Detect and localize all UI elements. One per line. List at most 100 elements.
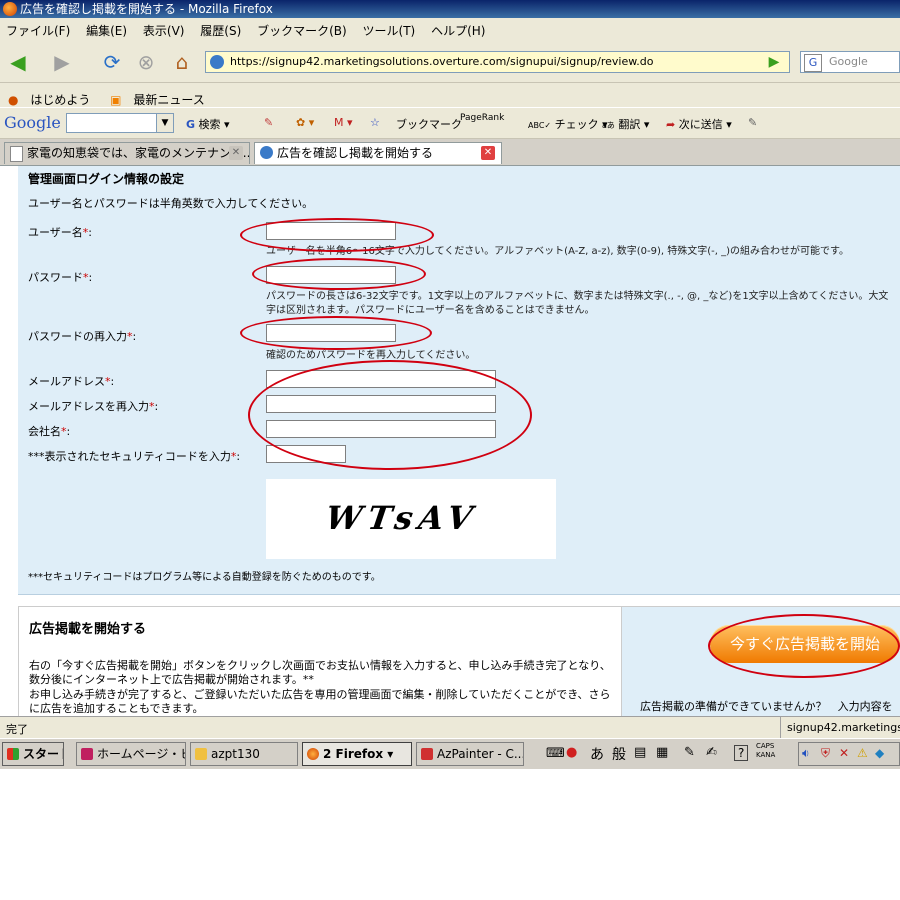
security-code-label: ***表示されたセキュリティコードを入力*:: [28, 450, 241, 463]
ime-mode-indicator[interactable]: 般: [612, 744, 626, 764]
menu-view[interactable]: 表示(V): [137, 18, 191, 43]
page-content: 管理画面ログイン情報の設定 ユーザー名とパスワードは半角英数で入力してください。…: [0, 166, 900, 716]
annotation-oval-username: [240, 218, 434, 252]
status-host: signup42.marketingsolu: [780, 717, 900, 738]
captcha-image: WTsAV: [266, 479, 556, 559]
folder-icon: [195, 748, 207, 760]
google-toolbar-search-input[interactable]: ▼: [66, 113, 174, 133]
annotation-oval-email-company: [248, 360, 532, 470]
back-arrow-icon[interactable]: ◀: [6, 50, 30, 74]
menu-edit[interactable]: 編集(E): [80, 18, 133, 43]
taskbar-item-firefox[interactable]: 2 Firefox ▾: [302, 742, 412, 766]
menu-help[interactable]: ヘルプ(H): [425, 18, 491, 43]
pen-icon[interactable]: ✎: [684, 745, 695, 760]
publish-title: 広告掲載を開始する: [29, 622, 147, 637]
google-logo[interactable]: Google: [4, 113, 61, 132]
bookmarks-toolbar: ● はじめよう ▣ 最新ニュース: [0, 83, 900, 107]
toolbox-icon[interactable]: ▦: [656, 745, 668, 760]
bookmark-button[interactable]: ブックマーク: [396, 116, 462, 132]
tab-bar: 家電の知恵袋では、家電のメンテナンス... ✕ 広告を確認し掲載を開始する ✕: [0, 139, 900, 166]
status-bar: 完了 signup42.marketingsolu: [0, 716, 900, 739]
send-icon: ➦: [666, 118, 676, 131]
go-arrow-icon[interactable]: ▶: [762, 50, 786, 74]
captcha-text: WTsAV: [323, 499, 481, 537]
keyboard-icon[interactable]: ⌨: [546, 746, 565, 761]
tab-label: 広告を確認し掲載を開始する: [277, 146, 434, 160]
chevron-down-icon[interactable]: ▼: [156, 114, 173, 132]
company-label: 会社名*:: [28, 425, 71, 438]
status-text: 完了: [6, 723, 28, 736]
navigation-toolbar: ◀ ▶ ⟳ ⊗ ⌂ https://signup42.marketingsolu…: [0, 42, 900, 83]
annotation-oval-password-confirm: [240, 316, 432, 350]
edit-icon[interactable]: ✍: [706, 745, 717, 760]
dictionary-icon[interactable]: ▤: [634, 745, 646, 760]
publish-panel: 広告掲載を開始する 右の「今すぐ広告掲載を開始」ボタンをクリックし次画面でお支払…: [18, 606, 622, 716]
send-to-button[interactable]: ➦ 次に送信 ▾: [666, 116, 732, 132]
ime-hiragana-indicator[interactable]: あ: [590, 744, 604, 764]
username-label: ユーザー名*:: [28, 226, 92, 239]
url-text: https://signup42.marketingsolutions.over…: [230, 55, 654, 68]
reload-icon[interactable]: ⟳: [100, 50, 124, 74]
windows-taskbar: スタート ホームページ・ビ... azpt130 2 Firefox ▾ AzP…: [0, 738, 900, 769]
firefox-icon: [3, 2, 17, 16]
publish-action-panel: 今すぐ広告掲載を開始 広告掲載の準備ができていませんか？ 入力内容を: [621, 606, 900, 716]
site-identity-icon[interactable]: [210, 55, 224, 69]
security-shield-icon[interactable]: ⛨: [821, 746, 830, 761]
annotation-oval-start-button: [708, 614, 900, 678]
google-search-engine-icon[interactable]: G: [804, 54, 822, 72]
google-g-icon: G: [186, 118, 196, 131]
email-confirm-label: メールアドレスを再入力*:: [28, 400, 159, 413]
menu-history[interactable]: 履歴(S): [194, 18, 247, 43]
ime-icon[interactable]: ●: [566, 745, 577, 760]
site-icon: [260, 146, 273, 159]
menu-bar: ファイル(F) 編集(E) 表示(V) 履歴(S) ブックマーク(B) ツール(…: [0, 18, 900, 42]
not-ready-text: 広告掲載の準備ができていませんか？ 入力内容を: [640, 700, 893, 713]
network-error-icon[interactable]: ✕: [839, 746, 849, 760]
section-title: 管理画面ログイン情報の設定: [28, 172, 185, 186]
taskbar-item-azpt130[interactable]: azpt130: [190, 742, 298, 766]
url-bar[interactable]: https://signup42.marketingsolutions.over…: [205, 51, 790, 73]
update-icon[interactable]: ◆: [875, 746, 884, 760]
tab-label: 家電の知恵袋では、家電のメンテナンス...: [27, 146, 250, 160]
caps-kana-indicator: CAPS KANA: [756, 742, 776, 759]
abc-check-icon: ABC✓: [528, 121, 552, 130]
taskbar-item-azpainter[interactable]: AzPainter - C...: [416, 742, 524, 766]
menu-file[interactable]: ファイル(F): [0, 18, 76, 43]
google-search-button[interactable]: G 検索 ▾: [186, 116, 230, 132]
menu-tools[interactable]: ツール(T): [357, 18, 422, 43]
search-input[interactable]: G Google: [800, 51, 900, 73]
pagerank-indicator[interactable]: PageRank: [460, 113, 504, 123]
help-icon[interactable]: ?: [734, 745, 749, 761]
star-icon[interactable]: ☆: [370, 116, 380, 129]
volume-icon[interactable]: 🔉︎: [802, 746, 810, 761]
window-title: 広告を確認し掲載を開始する - Mozilla Firefox: [20, 2, 273, 16]
popup-blocker-icon[interactable]: ✎: [264, 116, 273, 129]
settings-wrench-icon[interactable]: ✎: [748, 116, 757, 129]
password-hint-line2: 字は区別されます。パスワードにユーザー名を含めることはできません。: [266, 305, 595, 316]
search-placeholder: Google: [829, 55, 868, 68]
stop-icon[interactable]: ⊗: [134, 50, 158, 74]
password-label: パスワード*:: [28, 271, 93, 284]
tab-kaden[interactable]: 家電の知恵袋では、家電のメンテナンス... ✕: [4, 142, 250, 164]
close-icon[interactable]: ✕: [229, 146, 243, 160]
tab-review[interactable]: 広告を確認し掲載を開始する ✕: [254, 142, 502, 164]
windows-logo-icon: [7, 748, 19, 760]
azpainter-icon: [421, 748, 433, 760]
login-settings-panel: 管理画面ログイン情報の設定 ユーザー名とパスワードは半角英数で入力してください。…: [18, 166, 900, 595]
translate-icon: aあ: [602, 121, 615, 130]
taskbar-item-homepage[interactable]: ホームページ・ビ...: [76, 742, 186, 766]
document-icon: [10, 146, 23, 162]
start-button[interactable]: スタート: [2, 742, 64, 766]
forward-arrow-icon[interactable]: ▶: [50, 50, 74, 74]
home-icon[interactable]: ⌂: [170, 50, 194, 74]
gmail-icon[interactable]: M ▾: [334, 116, 353, 129]
translate-button[interactable]: aあ 翻訳 ▾: [602, 116, 649, 132]
puzzle-icon[interactable]: ✿ ▾: [296, 116, 314, 129]
menu-bookmarks[interactable]: ブックマーク(B): [251, 18, 353, 43]
google-toolbar: Google ▼ G 検索 ▾ ✎ ✿ ▾ M ▾ ☆ ブックマーク PageR…: [0, 108, 900, 139]
publish-text-line4: に広告を追加することもできます。: [29, 702, 204, 715]
annotation-oval-password: [252, 258, 426, 290]
alert-icon[interactable]: ⚠: [857, 746, 868, 760]
spellcheck-button[interactable]: ABC✓ チェック ▾: [528, 116, 608, 132]
close-icon[interactable]: ✕: [481, 146, 495, 160]
